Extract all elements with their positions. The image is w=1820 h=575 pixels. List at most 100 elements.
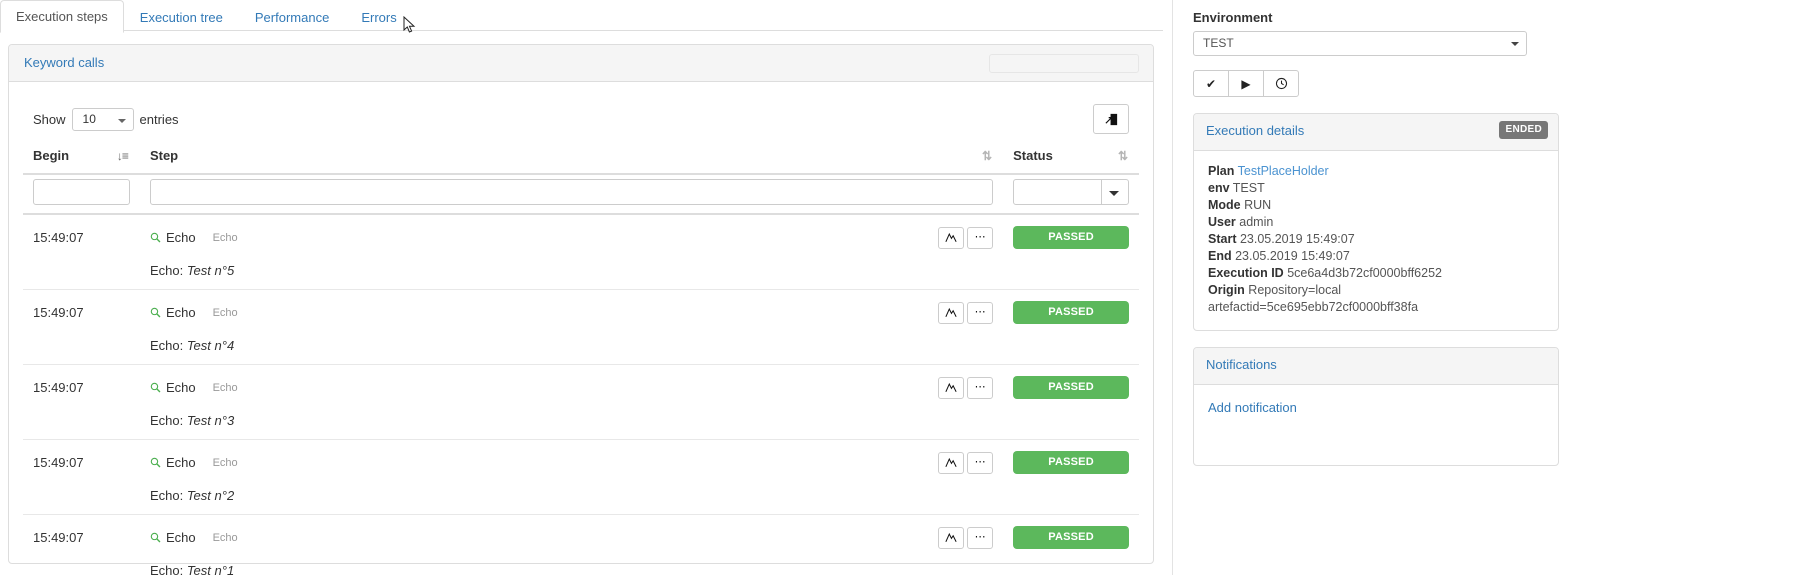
detail-value: 23.05.2019 15:49:07 — [1239, 232, 1355, 246]
detail-field-start: Start 23.05.2019 15:49:07 — [1208, 231, 1544, 248]
tab-execution-steps[interactable]: Execution steps — [0, 0, 124, 33]
detail-field-user: User admin — [1208, 214, 1544, 231]
column-header-begin[interactable]: Begin ↓≡ — [23, 140, 140, 175]
detail-label: Echo: — [149, 413, 184, 428]
filter-input-step[interactable] — [149, 179, 994, 205]
table-body: 15:49:07 Echo Echo ⋯ PASSED Echo: Test n… — [23, 213, 1139, 575]
filter-cell-begin — [23, 174, 140, 215]
detail-empty — [23, 334, 140, 365]
detail-key: Mode — [1208, 198, 1241, 212]
notifications-title: Notifications — [1206, 357, 1277, 372]
more-options-button[interactable]: ⋯ — [967, 526, 994, 549]
table-detail-row: Echo: Test n°5 — [23, 259, 1139, 290]
tab-bar: Execution steps Execution tree Performan… — [0, 0, 1163, 33]
keyword-name-wrap: Echo Echo — [150, 455, 238, 470]
keyword-name-wrap: Echo Echo — [150, 380, 238, 395]
keyword-sublabel: Echo — [212, 456, 238, 469]
status-badge: PASSED — [1013, 226, 1129, 249]
ellipsis-icon: ⋯ — [974, 456, 986, 468]
tab-execution-tree[interactable]: Execution tree — [124, 1, 239, 33]
filter-input-begin[interactable] — [33, 179, 130, 205]
sort-desc-icon: ↓≡ — [116, 149, 129, 163]
cell-step: Echo Echo ⋯ — [139, 514, 1004, 559]
table-head: Begin ↓≡ Step ⇅ Status ⇅ — [23, 140, 1139, 215]
chart-icon — [945, 457, 957, 468]
notifications-header: Notifications — [1194, 348, 1558, 385]
table-detail-row: Echo: Test n°1 — [23, 559, 1139, 575]
keyword-calls-body: Show 10 entries Begin ↓≡ Step ⇅ Status ⇅… — [9, 82, 1153, 575]
detail-value: Test n°1 — [186, 563, 235, 575]
detail-label: Echo: — [149, 263, 184, 278]
detail-value: 23.05.2019 15:49:07 — [1235, 249, 1350, 263]
status-badge: PASSED — [1013, 376, 1129, 399]
filter-cell-step — [139, 174, 1004, 215]
more-options-button[interactable]: ⋯ — [967, 226, 994, 249]
chevron-down-icon — [117, 118, 126, 123]
row-actions: ⋯ — [938, 301, 994, 324]
detail-field-origin: Origin Repository=local artefactid=5ce69… — [1208, 282, 1544, 316]
tab-performance[interactable]: Performance — [239, 1, 345, 33]
page-length-control: Show 10 entries — [33, 107, 179, 131]
add-notification-link[interactable]: Add notification — [1208, 400, 1297, 415]
table-row[interactable]: 15:49:07 Echo Echo ⋯ PASSED — [23, 289, 1139, 334]
column-header-status[interactable]: Status ⇅ — [1003, 140, 1139, 175]
keyword-name-wrap: Echo Echo — [150, 530, 238, 545]
chart-icon-button[interactable] — [938, 376, 965, 399]
table-row[interactable]: 15:49:07 Echo Echo ⋯ PASSED — [23, 213, 1139, 259]
environment-select[interactable]: TEST — [1193, 31, 1527, 56]
status-badge: PASSED — [1013, 526, 1129, 549]
detail-value[interactable]: TestPlaceHolder — [1238, 164, 1329, 178]
select-divider — [1101, 180, 1102, 204]
filter-select-status[interactable] — [1013, 179, 1129, 205]
chart-icon-button[interactable] — [938, 451, 965, 474]
chart-icon-button[interactable] — [938, 226, 965, 249]
table-row[interactable]: 15:49:07 Echo Echo ⋯ PASSED — [23, 364, 1139, 409]
environment-label: Environment — [1193, 10, 1273, 25]
check-icon: ✔ — [1205, 76, 1217, 91]
column-header-step[interactable]: Step ⇅ — [139, 140, 1004, 175]
magnifier-icon — [150, 232, 161, 243]
entries-label: entries — [139, 111, 179, 127]
detail-empty — [23, 559, 140, 575]
chart-icon — [945, 307, 957, 318]
clock-icon — [1275, 77, 1287, 90]
detail-label: Echo: — [149, 563, 184, 575]
execution-details-list: Plan TestPlaceHolder env TEST Mode RUN U… — [1194, 151, 1558, 330]
detail-field-end: End 23.05.2019 15:49:07 — [1208, 248, 1544, 265]
more-options-button[interactable]: ⋯ — [967, 301, 994, 324]
keyword-label: Echo — [165, 380, 196, 395]
detail-field-mode: Mode RUN — [1208, 197, 1544, 214]
status-badge: PASSED — [1013, 301, 1129, 324]
detail-key: Plan — [1208, 164, 1235, 178]
keyword-sublabel: Echo — [212, 306, 238, 319]
chevron-down-icon-status — [1109, 191, 1119, 196]
tab-list: Execution steps Execution tree Performan… — [0, 0, 1163, 33]
table-row[interactable]: 15:49:07 Echo Echo ⋯ PASSED — [23, 439, 1139, 484]
cell-begin: 15:49:07 — [23, 514, 140, 559]
sort-both-icon-status: ⇅ — [1117, 149, 1128, 163]
more-options-button[interactable]: ⋯ — [967, 451, 994, 474]
page-length-select[interactable]: 10 — [71, 107, 134, 131]
magnifier-icon — [150, 532, 161, 543]
detail-value: admin — [1239, 215, 1274, 229]
show-label: Show — [33, 111, 66, 127]
cell-begin: 15:49:07 — [23, 364, 140, 409]
detail-field-plan: Plan TestPlaceHolder — [1208, 163, 1544, 180]
check-button[interactable]: ✔ — [1193, 70, 1229, 97]
export-button[interactable] — [1093, 104, 1129, 134]
detail-value: 5ce6a4d3b72cf0000bff6252 — [1287, 266, 1442, 280]
run-button[interactable]: ▶ — [1228, 70, 1264, 97]
filter-cell-status — [1003, 174, 1139, 215]
row-actions: ⋯ — [938, 376, 994, 399]
tab-errors[interactable]: Errors — [345, 1, 412, 33]
table-detail-row: Echo: Test n°2 — [23, 484, 1139, 515]
chart-icon-button[interactable] — [938, 526, 965, 549]
table-detail-row: Echo: Test n°3 — [23, 409, 1139, 440]
schedule-button[interactable] — [1263, 70, 1299, 97]
table-row[interactable]: 15:49:07 Echo Echo ⋯ PASSED — [23, 514, 1139, 559]
progress-bar — [989, 54, 1139, 73]
magnifier-icon — [150, 457, 161, 468]
more-options-button[interactable]: ⋯ — [967, 376, 994, 399]
chart-icon-button[interactable] — [938, 301, 965, 324]
ellipsis-icon: ⋯ — [974, 306, 986, 318]
